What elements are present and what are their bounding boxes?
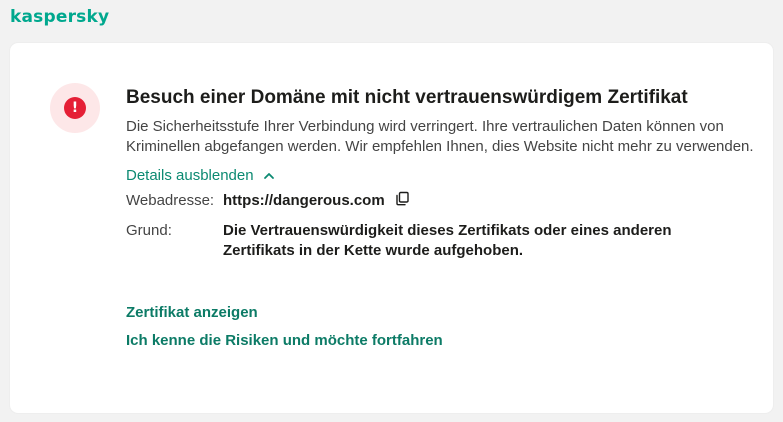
hide-details-toggle[interactable]: Details ausblenden bbox=[126, 166, 276, 186]
hide-details-label: Details ausblenden bbox=[126, 167, 254, 184]
reason-row: Grund: Die Vertrauenswürdigkeit dieses Z… bbox=[126, 221, 766, 261]
url-row: Webadresse: https://dangerous.com bbox=[126, 191, 766, 211]
reason-value: Die Vertrauenswürdigkeit dieses Zertifik… bbox=[223, 222, 672, 259]
kaspersky-logo: kaspersky bbox=[10, 7, 110, 27]
alert-icon: ! bbox=[64, 97, 86, 119]
warning-description: Die Sicherheitsstufe Ihrer Verbindung wi… bbox=[126, 118, 754, 155]
chevron-up-icon bbox=[263, 173, 274, 179]
warning-card: ! Besuch einer Domäne mit nicht vertraue… bbox=[10, 43, 773, 413]
url-text: https://dangerous.com bbox=[223, 192, 385, 209]
url-value: https://dangerous.com bbox=[223, 191, 410, 211]
proceed-anyway-link[interactable]: Ich kenne die Risiken und möchte fortfah… bbox=[126, 331, 766, 351]
show-certificate-link[interactable]: Zertifikat anzeigen bbox=[126, 303, 766, 323]
alert-badge: ! bbox=[50, 83, 100, 133]
warning-content: Besuch einer Domäne mit nicht vertrauens… bbox=[126, 85, 766, 351]
url-label: Webadresse: bbox=[126, 192, 215, 209]
warning-title: Besuch einer Domäne mit nicht vertrauens… bbox=[126, 87, 688, 108]
reason-label: Grund: bbox=[126, 222, 172, 239]
copy-icon[interactable] bbox=[395, 191, 410, 206]
